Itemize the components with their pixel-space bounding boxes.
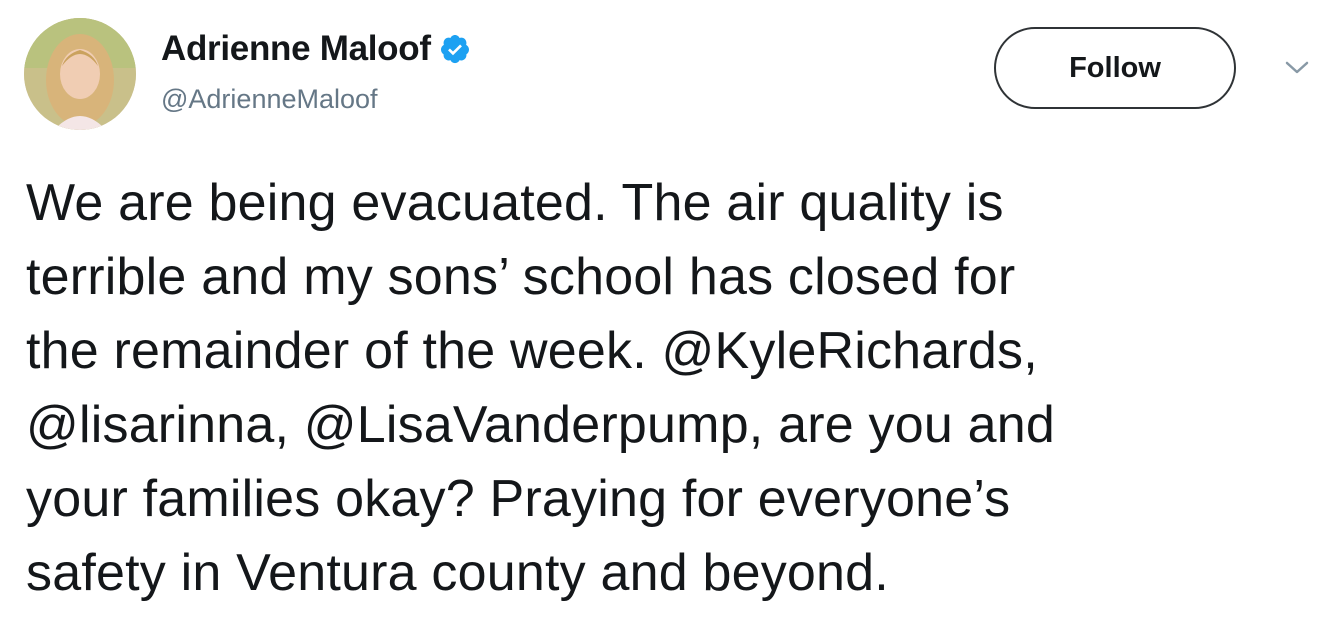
verified-badge-icon [439,33,471,65]
user-info: Adrienne Maloof @AdrienneMaloof [161,26,471,115]
avatar[interactable] [24,18,136,130]
chevron-down-icon[interactable] [1282,58,1312,78]
name-row: Adrienne Maloof [161,26,471,72]
tweet-text: We are being evacuated. The air quality … [26,174,1055,602]
tweet-header: Adrienne Maloof @AdrienneMaloof Follow [24,18,1324,138]
display-name[interactable]: Adrienne Maloof [161,29,431,69]
follow-button[interactable]: Follow [994,27,1236,109]
tweet-card: Adrienne Maloof @AdrienneMaloof Follow W… [0,0,1343,629]
avatar-image [24,18,136,130]
user-handle[interactable]: @AdrienneMaloof [161,84,471,115]
